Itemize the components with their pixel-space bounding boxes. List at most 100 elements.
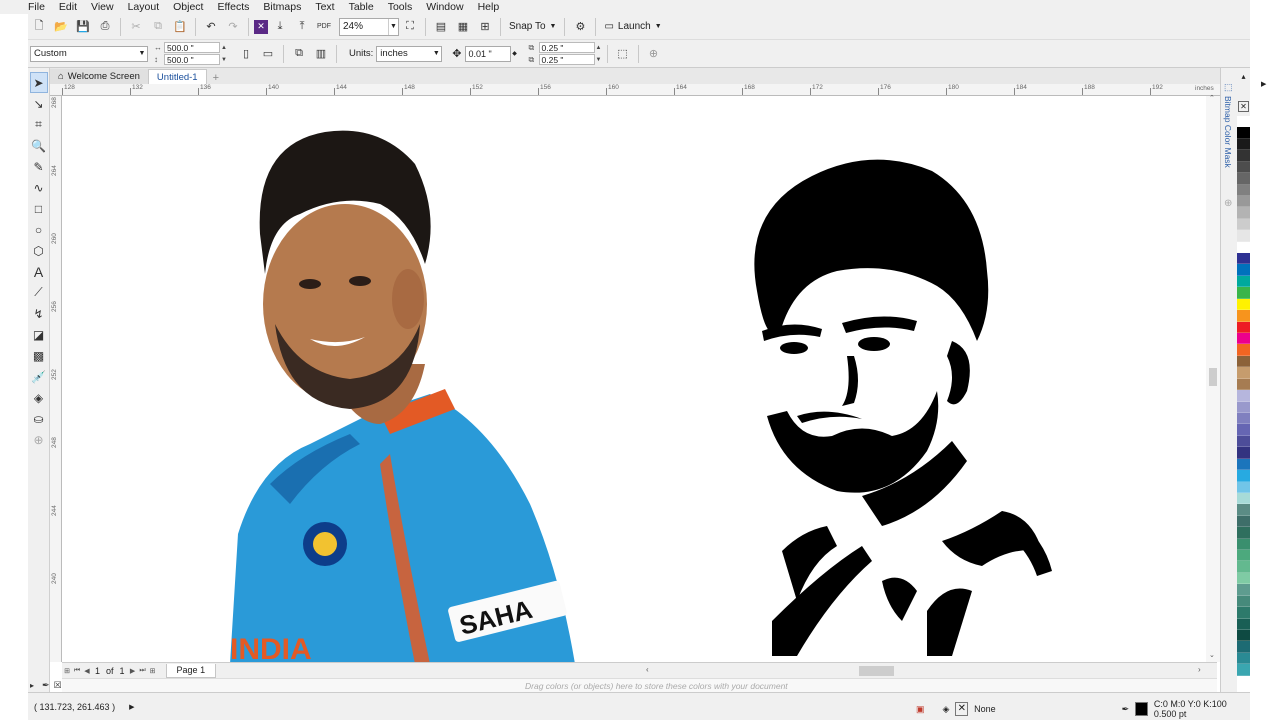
color-swatch[interactable] — [1237, 275, 1250, 288]
color-swatch[interactable] — [1237, 127, 1250, 139]
nudge-distance-value[interactable]: 0.01 " — [464, 45, 511, 62]
page-height-value[interactable]: 500.0 " — [164, 54, 220, 65]
last-page-icon[interactable]: ⏭ — [138, 667, 148, 675]
color-swatch[interactable] — [1237, 664, 1250, 676]
color-swatch[interactable] — [1237, 561, 1250, 573]
menu-table[interactable]: Table — [349, 1, 374, 13]
shape-tool-icon[interactable]: ↘ — [30, 93, 48, 114]
add-tab-icon[interactable]: + — [207, 72, 225, 84]
color-swatch[interactable] — [1237, 618, 1250, 630]
eyedropper-icon[interactable]: ✒ — [42, 680, 50, 691]
import-icon[interactable]: ⤓ — [270, 17, 290, 37]
color-swatch[interactable] — [1237, 515, 1250, 528]
add-docker-icon[interactable]: ⊕ — [1224, 198, 1232, 209]
color-swatch[interactable] — [1237, 116, 1250, 128]
undo-icon[interactable]: ↶ — [201, 17, 221, 37]
transparency-tool-icon[interactable]: ▩ — [30, 345, 48, 366]
current-page-icon[interactable]: ▥ — [311, 44, 331, 64]
full-screen-icon[interactable]: ⛶ — [400, 17, 420, 37]
search-content-icon[interactable]: ✕ — [254, 19, 268, 34]
color-swatch[interactable] — [1237, 572, 1250, 585]
open-icon[interactable]: 📂 — [51, 17, 71, 37]
docker-title[interactable]: Bitmap Color Mask — [1223, 96, 1233, 168]
units-select[interactable]: inches ▼ — [376, 45, 443, 62]
color-swatch[interactable] — [1237, 310, 1250, 322]
color-swatch[interactable] — [1237, 652, 1250, 665]
color-swatch[interactable] — [1237, 195, 1250, 208]
color-swatch[interactable] — [1237, 138, 1250, 151]
chevron-left-icon[interactable]: ‹ — [646, 665, 649, 674]
color-swatch[interactable] — [1237, 287, 1250, 299]
horizontal-ruler[interactable]: 128 132 136 140 144 148 152 156 160 164 … — [50, 84, 1220, 96]
page-width-value[interactable]: 500.0 " — [164, 42, 220, 53]
dimension-tool-icon[interactable]: ⟋ — [30, 282, 48, 303]
color-swatch[interactable] — [1237, 207, 1250, 219]
color-swatch[interactable] — [1237, 184, 1250, 196]
landscape-icon[interactable]: ▭ — [258, 44, 278, 64]
vertical-ruler[interactable]: 268 264 260 256 252 248 244 240 — [50, 96, 62, 662]
zoom-tool-icon[interactable]: 🔍 — [30, 135, 48, 156]
page-border-icon[interactable]: ⬚ — [613, 44, 633, 64]
color-swatch[interactable] — [1237, 481, 1250, 493]
menu-effects[interactable]: Effects — [217, 1, 249, 13]
paste-icon[interactable]: 📋 — [170, 17, 190, 37]
ellipse-tool-icon[interactable]: ○ — [30, 219, 48, 240]
color-swatch[interactable] — [1237, 173, 1250, 185]
spin-arrows-icon[interactable]: ▲ — [220, 45, 228, 51]
publish-pdf-icon[interactable]: PDF — [314, 17, 334, 37]
menu-layout[interactable]: Layout — [128, 1, 160, 13]
color-swatch[interactable] — [1237, 150, 1250, 162]
print-icon[interactable]: ⎙ — [95, 17, 115, 37]
color-swatch[interactable] — [1237, 584, 1250, 596]
color-swatch[interactable] — [1237, 641, 1250, 653]
duplicate-y-field[interactable]: ⧉ 0.25 " ▼ — [529, 54, 603, 65]
text-tool-icon[interactable]: A — [30, 261, 48, 282]
menu-file[interactable]: File — [28, 1, 45, 13]
interactive-fill-tool-icon[interactable]: ◈ — [30, 387, 48, 408]
color-swatch[interactable] — [1237, 412, 1250, 425]
color-swatch[interactable] — [1237, 629, 1250, 642]
color-swatch[interactable] — [1237, 504, 1250, 516]
horizontal-scrollbar[interactable]: ‹ › — [646, 665, 1206, 677]
color-swatch[interactable] — [1237, 253, 1250, 265]
spin-arrows-icon[interactable]: ◆ — [511, 50, 519, 57]
color-swatch[interactable] — [1237, 595, 1250, 608]
document-palette[interactable]: ▸ ✒ ☒ Drag colors (or objects) here to s… — [30, 678, 1217, 692]
color-swatch[interactable] — [1237, 527, 1250, 539]
color-swatch[interactable] — [1237, 492, 1250, 505]
menu-bitmaps[interactable]: Bitmaps — [263, 1, 301, 13]
color-swatch[interactable] — [1237, 435, 1250, 448]
show-grid-icon[interactable]: ▦ — [453, 17, 473, 37]
color-swatch[interactable] — [1237, 458, 1250, 471]
color-swatch[interactable] — [1237, 218, 1250, 231]
export-icon[interactable]: ⤒ — [292, 17, 312, 37]
color-swatch[interactable] — [1237, 355, 1250, 368]
no-fill-swatch[interactable]: ✕ — [1238, 101, 1249, 112]
duplicate-y-value[interactable]: 0.25 " — [538, 54, 595, 65]
color-swatch[interactable] — [1237, 333, 1250, 345]
previous-page-icon[interactable]: ◀ — [82, 667, 92, 675]
save-icon[interactable]: 💾 — [73, 17, 93, 37]
zoom-level-input[interactable]: 24% ▼ — [339, 17, 399, 36]
chevron-up-icon[interactable]: ▴ — [1237, 72, 1250, 81]
outline-pen-icon[interactable]: ✒ — [1122, 704, 1130, 715]
color-portrait-bitmap[interactable]: SAHA INDIA — [230, 124, 580, 662]
no-fill-swatch[interactable]: ✕ — [955, 702, 969, 716]
document-color-icon[interactable]: ▣ — [916, 704, 925, 715]
next-page-icon[interactable]: ▶ — [128, 667, 138, 675]
crop-tool-icon[interactable]: ⌗ — [30, 114, 48, 135]
connector-tool-icon[interactable]: ↯ — [30, 303, 48, 324]
color-swatch[interactable] — [1237, 607, 1250, 619]
spin-arrows-icon[interactable]: ▼ — [595, 57, 603, 63]
tab-welcome-screen[interactable]: ⌂ Welcome Screen — [50, 69, 148, 84]
color-swatch[interactable] — [1237, 264, 1250, 276]
menu-tools[interactable]: Tools — [388, 1, 413, 13]
color-swatch[interactable] — [1237, 378, 1250, 391]
menu-edit[interactable]: Edit — [59, 1, 77, 13]
all-pages-icon[interactable]: ⧉ — [289, 44, 309, 64]
horizontal-scroll-thumb[interactable] — [859, 666, 894, 676]
cut-icon[interactable]: ✂ — [126, 17, 146, 37]
rectangle-tool-icon[interactable]: □ — [30, 198, 48, 219]
color-swatch[interactable] — [1237, 161, 1250, 174]
add-tool-icon[interactable]: ⊕ — [30, 429, 48, 450]
